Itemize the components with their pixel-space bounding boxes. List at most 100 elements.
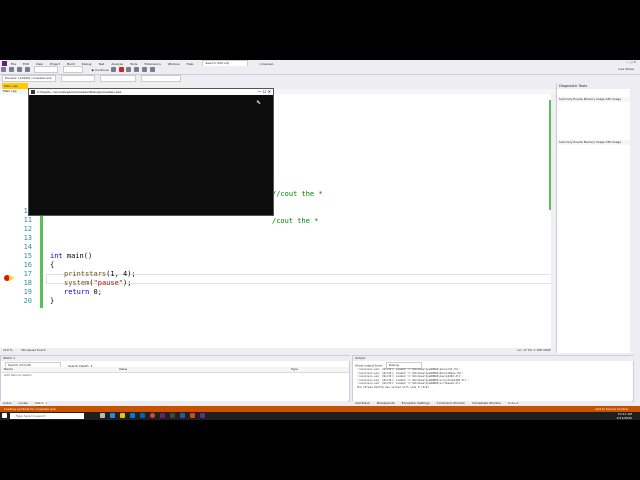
diag-tabs: Summary Events Memory Usage CPU Usage: [557, 97, 633, 102]
line-number: 13: [23, 234, 32, 242]
console-taskbar-icon[interactable]: [170, 413, 175, 418]
tab-watch1[interactable]: Watch 1: [34, 401, 48, 405]
col-type: Type: [291, 367, 298, 371]
panel-title: Diagnostic Tools: [557, 83, 633, 89]
continue-button[interactable]: ▶ Continue: [92, 68, 109, 72]
pause-icon[interactable]: [110, 67, 116, 72]
issues-indicator[interactable]: No issues found: [22, 348, 46, 352]
console-window-controls[interactable]: — ☐ ✕: [258, 89, 271, 95]
platform-dropdown[interactable]: [62, 66, 83, 73]
line-number: 16: [23, 261, 32, 269]
line-number: 11: [23, 216, 32, 224]
back-icon[interactable]: [1, 67, 6, 72]
live-share-button[interactable]: Live Share: [618, 67, 634, 71]
clock-date: 2/11/2020: [616, 416, 632, 420]
undo-icon[interactable]: [24, 67, 30, 72]
editor-status-bar: 110 % No issues found Ln: 17 Ch: 1 SPC C…: [0, 348, 555, 353]
code-comment: //cout the *: [272, 190, 323, 198]
powerpoint-icon[interactable]: [190, 413, 195, 418]
panel-title: Watch 1: [1, 356, 351, 361]
stop-icon[interactable]: [118, 67, 124, 72]
side-tool-rail[interactable]: [630, 83, 640, 353]
zoom-level[interactable]: 110 %: [3, 348, 13, 352]
save-icon[interactable]: [16, 67, 22, 72]
task-view-icon[interactable]: [100, 413, 105, 418]
editor-scrollbar[interactable]: [551, 94, 555, 348]
tab-immediate-window[interactable]: Immediate Window: [472, 401, 501, 405]
menu-edit[interactable]: Edit: [23, 62, 29, 66]
vs-debug-icon[interactable]: [200, 413, 205, 418]
clock[interactable]: 10:11 AM 2/11/2020: [617, 412, 632, 420]
panel-title: Output: [353, 356, 635, 361]
debug-location-toolbar: Process: [12000] consoleio.exe: [0, 75, 555, 82]
tab-locals[interactable]: Locals: [19, 401, 28, 405]
menu-help[interactable]: Help: [187, 62, 194, 66]
code-comment: /cout the *: [272, 217, 319, 225]
menu-project[interactable]: Project: [50, 62, 60, 66]
menu-extensions[interactable]: Extensions: [144, 62, 160, 66]
menu-debug[interactable]: Debug: [82, 62, 92, 66]
menu-tools[interactable]: Tools: [130, 62, 137, 66]
taskbar-search[interactable]: Type here to search: [10, 413, 84, 419]
tab-exception-settings[interactable]: Exception Settings: [402, 401, 430, 405]
tab-summary[interactable]: Summary: [559, 140, 573, 144]
restart-icon[interactable]: [126, 67, 132, 72]
chrome-icon[interactable]: [150, 413, 155, 418]
thread-dropdown[interactable]: [99, 75, 136, 82]
process-dropdown[interactable]: Process: [12000] consoleio.exe: [2, 75, 56, 82]
config-dropdown[interactable]: [33, 66, 58, 73]
vs-taskbar-icon[interactable]: [160, 413, 165, 418]
edge-icon[interactable]: [110, 413, 115, 418]
line-number: 12: [23, 225, 32, 233]
forward-icon[interactable]: [8, 67, 14, 72]
menu-file[interactable]: File: [11, 62, 16, 66]
cursor-position: Ln: 17 Ch: 1 SPC CRLF: [517, 348, 551, 352]
watch-panel: Watch 1 Search (Ctrl+E) Search Depth: 3 …: [0, 355, 351, 402]
tab-summary[interactable]: Summary: [559, 97, 573, 101]
code-line: printstars(1, 4);: [64, 270, 136, 278]
line-number: 14: [23, 243, 32, 251]
status-text: Loading symbols for consoleio.exe: [4, 407, 56, 411]
line-number: 19: [23, 288, 32, 296]
menu-window[interactable]: Window: [168, 62, 180, 66]
menu-view[interactable]: View: [36, 62, 43, 66]
step-out-icon[interactable]: [150, 67, 156, 72]
explorer-icon[interactable]: [120, 413, 125, 418]
code-line: return 0;: [64, 288, 102, 296]
code-line: }: [50, 297, 55, 305]
tab-breakpoints[interactable]: Breakpoints: [377, 401, 395, 405]
tab-cpu[interactable]: CPU Usage: [606, 140, 621, 144]
menu-build[interactable]: Build: [67, 62, 75, 66]
window-controls[interactable]: — □ ✕: [626, 60, 636, 64]
console-window[interactable]: C:\Users\...\source\repos\consoleio\Debu…: [28, 88, 274, 216]
lifecycle-dropdown[interactable]: [60, 75, 95, 82]
store-icon[interactable]: [130, 413, 135, 418]
word-icon[interactable]: [180, 413, 185, 418]
windows-start-icon[interactable]: [2, 413, 7, 418]
col-name: Name: [4, 367, 13, 371]
tab-memory[interactable]: Memory Usage: [584, 97, 605, 101]
step-over-icon[interactable]: [134, 67, 140, 72]
console-title: C:\Users\...\source\repos\consoleio\Debu…: [37, 90, 122, 94]
tab-output[interactable]: Output: [507, 401, 519, 405]
tab-autos[interactable]: Autos: [3, 401, 12, 405]
menu-test[interactable]: Test: [98, 62, 104, 66]
add-watch-row[interactable]: Add item to watch: [4, 373, 31, 377]
tab-call-stack[interactable]: Call Stack: [355, 401, 370, 405]
tab-events[interactable]: Events: [573, 140, 582, 144]
menu-analyze[interactable]: Analyze: [111, 62, 123, 66]
project-scope[interactable]: Main.cpp: [3, 89, 17, 93]
mail-icon[interactable]: [140, 413, 145, 418]
stack-frame-dropdown[interactable]: [140, 75, 181, 82]
tab-memory[interactable]: Memory Usage: [584, 140, 605, 144]
solution-name: consoleio: [259, 61, 274, 66]
diag-tabs: Summary Events Memory Usage CPU Usage: [557, 140, 633, 145]
tab-events[interactable]: Events: [573, 97, 582, 101]
tab-command-window[interactable]: Command Window: [437, 401, 465, 405]
console-titlebar[interactable]: C:\Users\...\source\repos\consoleio\Debu…: [29, 89, 273, 95]
tab-cpu[interactable]: CPU Usage: [606, 97, 621, 101]
line-number: 20: [23, 297, 32, 305]
step-into-icon[interactable]: [142, 67, 148, 72]
instruction-pointer-icon: [9, 275, 14, 281]
output-line: The thread 0x2714 has exited with code 0…: [357, 385, 431, 389]
